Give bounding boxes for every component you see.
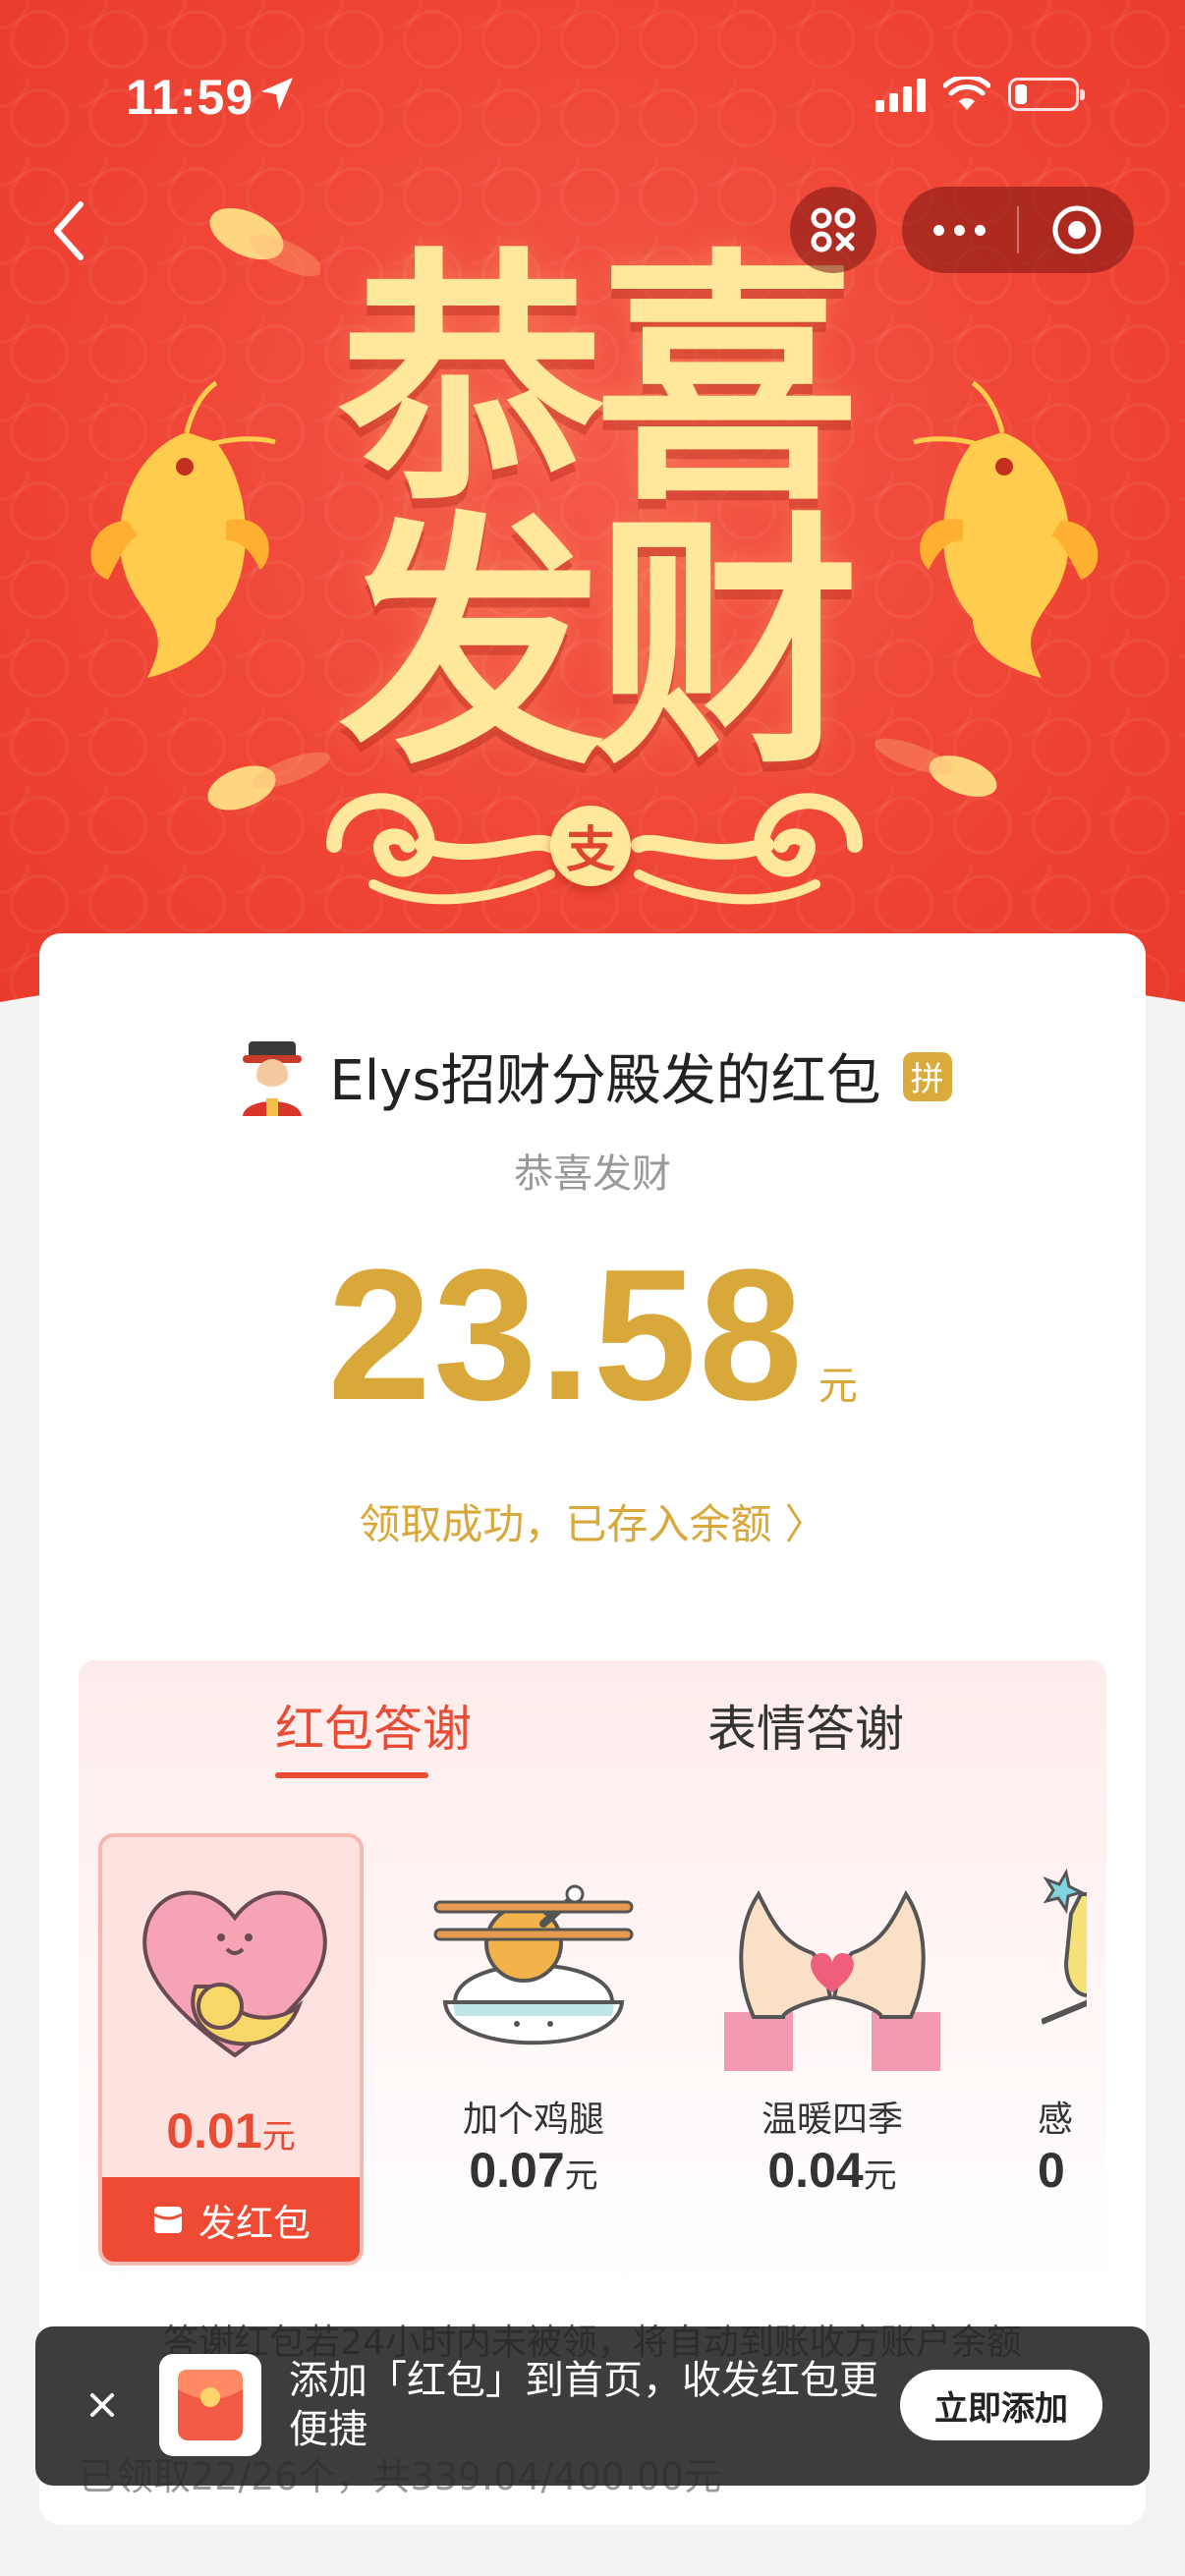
gift-price: 0 xyxy=(1038,2142,1087,2199)
grid-scan-icon xyxy=(811,207,856,252)
gift-item[interactable]: 0.01元 发红包 xyxy=(98,1833,364,2266)
more-icon[interactable] xyxy=(902,224,1017,236)
add-to-home-toast: 添加「红包」到首页，收发红包更便捷 立即添加 xyxy=(35,2326,1150,2486)
sender-name: Elys招财分殿发的红包 xyxy=(329,1049,881,1113)
gift-price: 0.04元 xyxy=(700,2142,965,2199)
gift-item[interactable]: 感 0 xyxy=(1032,1833,1087,2266)
gift-price-value: 0 xyxy=(1038,2143,1065,2198)
status-indicators xyxy=(875,77,1085,112)
star-wand-icon xyxy=(1042,1868,1087,2025)
gift-name: 感 xyxy=(1038,2100,1074,2140)
gift-price: 0.07元 xyxy=(401,2142,666,2199)
envelope-icon xyxy=(153,2207,183,2233)
amount-row: 23.58 元 xyxy=(39,1228,1146,1442)
gift-price-value: 0.07 xyxy=(469,2143,565,2198)
banner-title: 恭喜 发财 xyxy=(305,227,884,800)
close-miniapp-button[interactable] xyxy=(1019,203,1134,256)
scan-button[interactable] xyxy=(790,187,876,273)
gift-item[interactable]: 温暖四季 0.04元 xyxy=(700,1833,965,2266)
gift-price-unit: 元 xyxy=(564,2156,598,2196)
gift-item[interactable]: 加个鸡腿 0.07元 xyxy=(401,1833,666,2266)
koi-fish-icon xyxy=(90,380,276,678)
heart-hug-icon xyxy=(142,1890,327,2058)
battery-icon xyxy=(1008,78,1085,111)
thanks-panel: 红包答谢 表情答谢 0.01元 发红包 加个鸡腿 0.07元 温暖四季 0.04… xyxy=(79,1660,1106,2289)
deposit-link[interactable]: 领取成功，已存入余额 〉 xyxy=(39,1491,1146,1551)
tab-money-thanks[interactable]: 红包答谢 xyxy=(275,1690,472,1761)
gift-price-unit: 元 xyxy=(261,2117,296,2156)
alipay-logo: 支 xyxy=(550,806,631,886)
red-envelope-icon xyxy=(178,2370,243,2440)
back-arrow-icon[interactable] xyxy=(43,196,102,265)
amount-unit: 元 xyxy=(818,1364,858,1409)
add-now-button[interactable]: 立即添加 xyxy=(900,2370,1102,2440)
banner-title-line: 发财 xyxy=(339,490,860,800)
tab-underline xyxy=(275,1772,428,1778)
avatar xyxy=(243,1040,303,1116)
status-time: 11:59 xyxy=(126,70,254,125)
chicken-leg-rice-icon xyxy=(433,1884,634,2045)
envelope-card: Elys招财分殿发的红包 拼 恭喜发财 23.58 元 领取成功，已存入余额 〉… xyxy=(39,933,1146,2525)
heart-hands-icon xyxy=(724,1890,940,2071)
gift-name: 加个鸡腿 xyxy=(462,2100,604,2140)
send-button-label: 发红包 xyxy=(198,2201,310,2245)
tab-sticker-thanks[interactable]: 表情答谢 xyxy=(707,1690,904,1761)
gift-price: 0.01元 xyxy=(102,2102,360,2159)
gift-list: 0.01元 发红包 加个鸡腿 0.07元 温暖四季 0.04元 感 0 xyxy=(98,1833,1087,2275)
target-icon xyxy=(1052,205,1100,254)
red-envelope-app-icon xyxy=(159,2354,261,2456)
blessing-text: 恭喜发财 xyxy=(514,1151,671,1197)
gift-price-value: 0.04 xyxy=(767,2143,864,2198)
wifi-icon xyxy=(943,77,990,110)
gift-price-value: 0.01 xyxy=(166,2103,262,2158)
gift-name: 温暖四季 xyxy=(761,2100,903,2140)
coin-icon xyxy=(209,207,320,277)
sender-row: Elys招财分殿发的红包 拼 xyxy=(39,1036,1146,1116)
koi-fish-icon xyxy=(913,380,1099,678)
send-envelope-button[interactable]: 发红包 xyxy=(102,2177,360,2262)
cellular-signal-icon xyxy=(875,77,926,112)
miniapp-capsule xyxy=(902,187,1134,273)
toast-message: 添加「红包」到首页，收发红包更便捷 xyxy=(289,2358,878,2452)
banner: 恭喜 发财 支 11:59 xyxy=(0,0,1185,1022)
gift-price-unit: 元 xyxy=(863,2156,897,2196)
group-badge: 拼 xyxy=(902,1051,952,1101)
coin-icon xyxy=(875,738,997,797)
close-icon[interactable] xyxy=(75,2378,130,2433)
banner-title-line: 恭喜 xyxy=(339,227,860,536)
amount-value: 23.58 xyxy=(327,1231,805,1439)
location-arrow-icon xyxy=(261,78,293,110)
